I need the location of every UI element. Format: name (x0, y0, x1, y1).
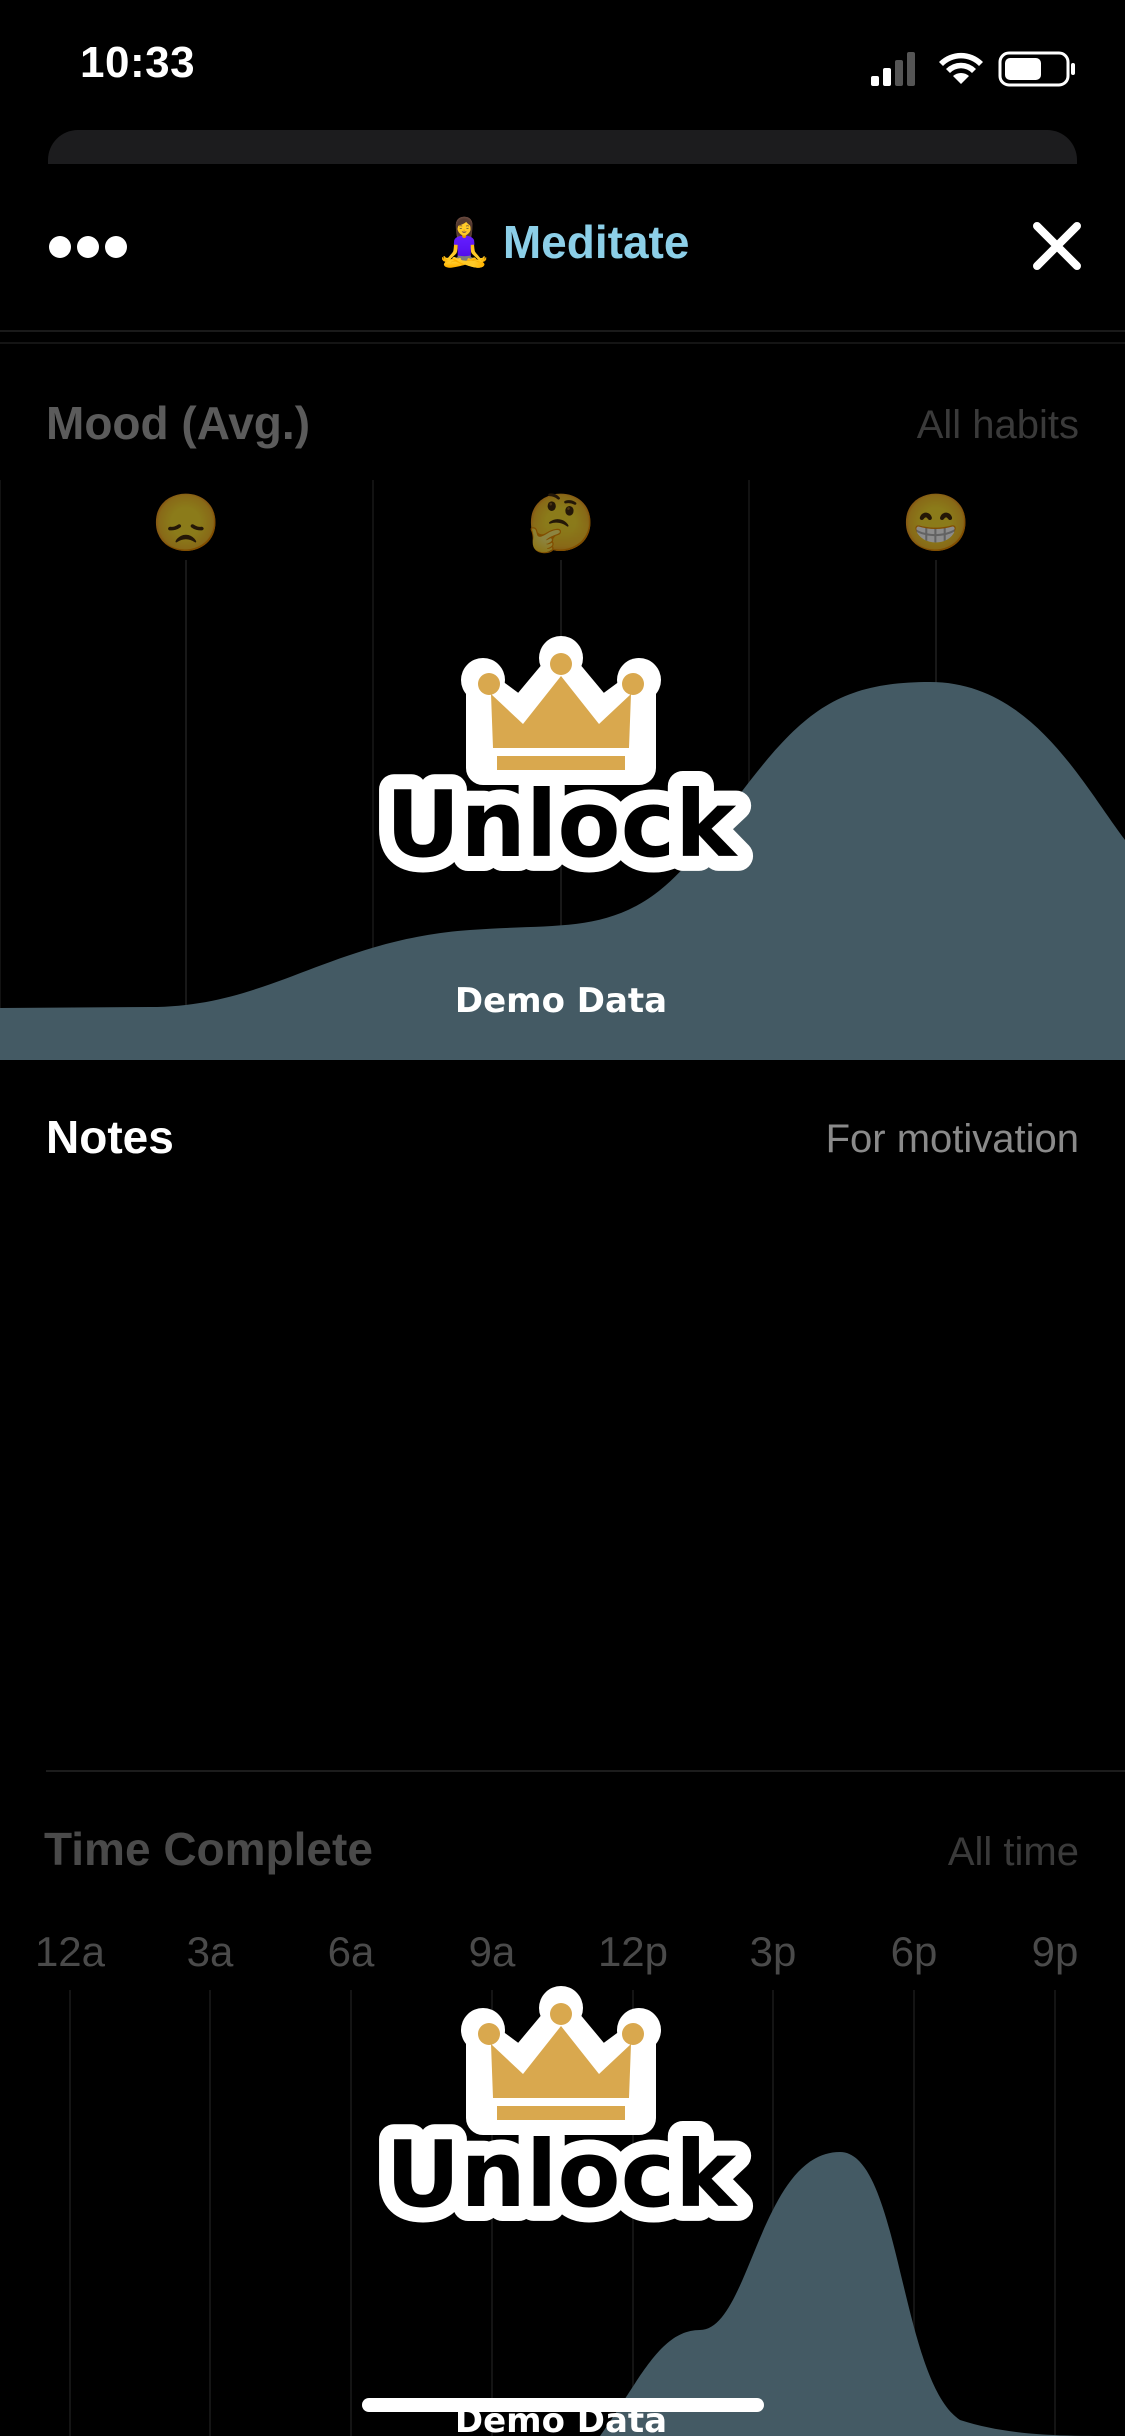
time-tick-6p: 6p (891, 1928, 938, 1975)
home-indicator[interactable] (362, 2398, 764, 2412)
mood-chart[interactable]: 😞 🤔 😁 Unlock Demo Data (0, 470, 1125, 1060)
status-time: 10:33 (80, 38, 196, 87)
mood-emoji-happy: 😁 (901, 491, 971, 554)
time-axis-labels: 12a 3a 6a 9a 12p 3p 6p 9p (35, 1928, 1078, 1975)
nav-title-label: Meditate (502, 216, 690, 268)
notes-subtitle: For motivation (825, 1117, 1079, 1161)
unlock-badge[interactable]: Unlock (371, 636, 753, 893)
mood-section-title: Mood (Avg.) (46, 397, 311, 449)
nav-divider-secondary (0, 342, 1125, 344)
nav-title: 🧘‍♀️ Meditate (0, 215, 1125, 270)
mood-emoji-sad: 😞 (151, 491, 221, 554)
time-filter-all-time[interactable]: All time (948, 1830, 1079, 1875)
notes-list[interactable] (46, 1180, 1079, 1760)
battery-icon (998, 51, 1075, 87)
demo-data-label: Demo Data (455, 981, 667, 1021)
time-complete-section-title: Time Complete (44, 1823, 373, 1875)
time-tick-9a: 9a (469, 1928, 516, 1975)
unlock-badge[interactable]: Unlock (371, 1986, 753, 2243)
section-divider (46, 1770, 1125, 1772)
time-tick-6a: 6a (328, 1928, 375, 1975)
close-icon[interactable] (1029, 218, 1085, 274)
meditate-emoji-icon: 🧘‍♀️ (435, 216, 493, 268)
mood-filter-all-habits[interactable]: All habits (917, 403, 1079, 448)
time-tick-12a: 12a (35, 1928, 106, 1975)
crown-icon (461, 636, 661, 785)
time-tick-3a: 3a (187, 1928, 234, 1975)
nav-divider (0, 330, 1125, 332)
mood-emoji-thinking: 🤔 (526, 491, 596, 555)
unlock-label: Unlock (386, 2121, 738, 2228)
time-tick-12p: 12p (598, 1928, 668, 1975)
notes-section-title: Notes (46, 1111, 174, 1163)
sheet-top-edge (48, 130, 1077, 164)
time-tick-3p: 3p (750, 1928, 797, 1975)
signal-icon (871, 52, 915, 86)
wifi-icon (939, 52, 983, 84)
unlock-label: Unlock (386, 771, 738, 878)
time-complete-chart[interactable]: 12a 3a 6a 9a 12p 3p 6p 9p Unlock Demo Da… (0, 1900, 1125, 2436)
status-icons (871, 51, 1075, 87)
time-tick-9p: 9p (1032, 1928, 1079, 1975)
